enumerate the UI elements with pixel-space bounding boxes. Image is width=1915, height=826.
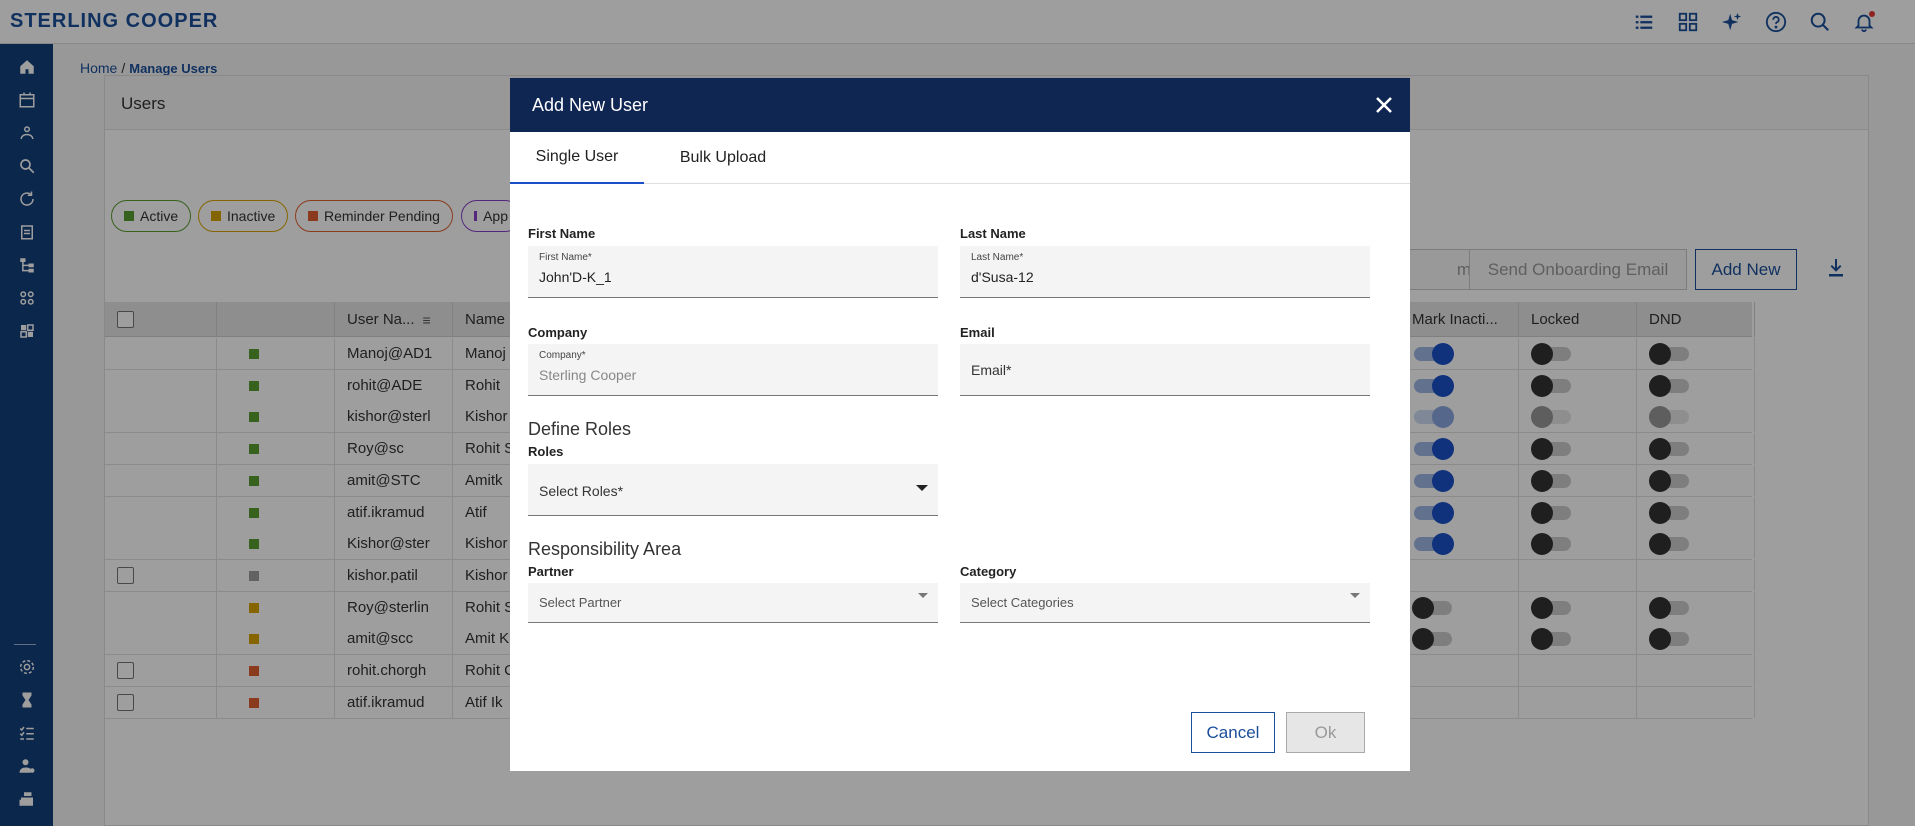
company-label: Company: [528, 325, 588, 340]
partner-placeholder: Select Partner: [539, 595, 622, 610]
roles-placeholder: Select Roles*: [539, 483, 624, 499]
company-floating-label: Company*: [539, 350, 586, 361]
partner-select[interactable]: Select Partner: [528, 583, 938, 623]
category-select[interactable]: Select Categories: [960, 583, 1370, 623]
first-name-floating-label: First Name*: [539, 252, 592, 263]
add-new-user-dialog: Add New User Single User Bulk Upload Fir…: [510, 78, 1410, 771]
email-label: Email: [960, 325, 995, 340]
last-name-floating-label: Last Name*: [971, 252, 1024, 263]
dialog-header: Add New User: [510, 78, 1410, 132]
email-placeholder: Email*: [971, 362, 1012, 378]
category-label: Category: [960, 564, 1017, 579]
define-roles-heading: Define Roles: [528, 419, 632, 439]
ok-button[interactable]: Ok: [1286, 712, 1365, 753]
category-placeholder: Select Categories: [971, 595, 1074, 610]
first-name-field[interactable]: First Name* John'D-K_1: [528, 246, 938, 298]
cancel-button[interactable]: Cancel: [1191, 712, 1275, 753]
responsibility-area-heading: Responsibility Area: [528, 539, 682, 559]
close-icon[interactable]: [1372, 93, 1396, 117]
last-name-field[interactable]: Last Name* d'Susa-12: [960, 246, 1370, 298]
email-field[interactable]: Email*: [960, 344, 1370, 396]
tab-single-user[interactable]: Single User: [510, 132, 644, 184]
last-name-label: Last Name: [960, 226, 1026, 241]
partner-label: Partner: [528, 564, 574, 579]
first-name-label: First Name: [528, 226, 596, 241]
company-value: Sterling Cooper: [539, 367, 637, 383]
chevron-down-icon: [918, 593, 928, 598]
dialog-tabs: Single User Bulk Upload: [510, 132, 1410, 184]
roles-select[interactable]: Select Roles*: [528, 464, 938, 516]
last-name-value: d'Susa-12: [971, 269, 1034, 285]
chevron-down-icon: [916, 485, 928, 491]
tab-bulk-upload[interactable]: Bulk Upload: [656, 132, 790, 184]
dialog-title: Add New User: [532, 94, 649, 115]
roles-label: Roles: [528, 444, 564, 459]
company-field[interactable]: Company* Sterling Cooper: [528, 344, 938, 396]
first-name-value: John'D-K_1: [539, 269, 612, 285]
chevron-down-icon: [1350, 593, 1360, 598]
